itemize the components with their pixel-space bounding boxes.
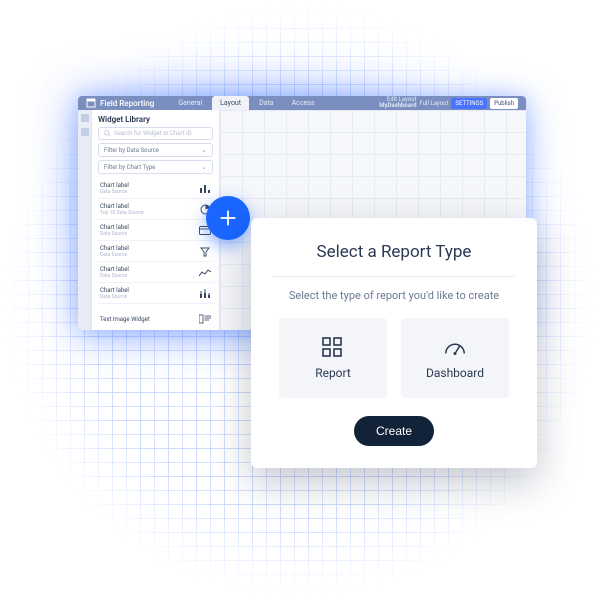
create-button[interactable]: Create	[354, 416, 434, 446]
tab-data[interactable]: Data	[251, 96, 282, 110]
app-title: Field Reporting	[86, 98, 154, 108]
widget-library-panel: Widget Library Search for Widget or Char…	[92, 110, 220, 330]
filter-data-source[interactable]: Filter by Data Source ⌄	[98, 143, 213, 157]
funnel-chart-icon	[199, 247, 211, 257]
settings-button[interactable]: SETTINGS	[451, 98, 487, 109]
widget-list-item[interactable]: Chart labelData Source	[98, 179, 213, 199]
left-rail	[78, 110, 92, 330]
header-tabs: General Layout Data Access	[170, 96, 322, 110]
chevron-down-icon: ⌄	[201, 163, 207, 171]
grid-icon	[321, 336, 345, 358]
widget-list-item[interactable]: Chart labelData Source	[98, 284, 213, 304]
option-dashboard[interactable]: Dashboard	[401, 318, 509, 398]
select-report-type-modal: Select a Report Type Select the type of …	[251, 218, 537, 468]
app-header: Field Reporting General Layout Data Acce…	[78, 96, 526, 110]
publish-button[interactable]: Publish	[490, 98, 518, 109]
modal-subtitle: Select the type of report you'd like to …	[289, 289, 499, 302]
tab-general[interactable]: General	[170, 96, 210, 110]
tab-access[interactable]: Access	[284, 96, 323, 110]
search-icon	[104, 130, 111, 137]
full-layout-link[interactable]: Full Layout	[420, 100, 449, 107]
bar-chart-icon	[199, 184, 211, 194]
widget-list-item[interactable]: Chart labelData Source	[98, 242, 213, 262]
option-label: Report	[315, 366, 351, 380]
widget-search[interactable]: Search for Widget or Chart ID	[98, 127, 213, 140]
chevron-down-icon: ⌄	[201, 146, 207, 154]
add-fab[interactable]	[206, 196, 250, 240]
rail-item[interactable]	[81, 114, 89, 122]
plus-icon	[217, 207, 239, 229]
option-label: Dashboard	[426, 366, 484, 380]
widget-library-title: Widget Library	[98, 115, 213, 124]
rail-item[interactable]	[81, 128, 89, 136]
widget-list-item[interactable]: Chart labelTop 10 Data Source	[98, 200, 213, 220]
option-report[interactable]: Report	[279, 318, 387, 398]
text-widget-icon	[199, 314, 211, 324]
widget-list: Chart labelData SourceChart labelTop 10 …	[98, 179, 213, 304]
header-right: Edit Layout MyDashboard Full Layout SETT…	[379, 97, 518, 109]
workspace-name: MyDashboard	[379, 103, 416, 109]
tab-layout[interactable]: Layout	[212, 96, 249, 110]
gauge-icon	[443, 336, 467, 358]
line-chart-icon	[199, 268, 211, 278]
widget-list-item[interactable]: Chart labelData Source	[98, 221, 213, 241]
filter-chart-type[interactable]: Filter by Chart Type ⌄	[98, 160, 213, 174]
app-icon	[86, 98, 96, 108]
divider	[273, 276, 515, 277]
stack-chart-icon	[199, 289, 211, 299]
text-image-widget[interactable]: Text Image Widget	[98, 311, 213, 327]
widget-list-item[interactable]: Chart labelData Source	[98, 263, 213, 283]
modal-title: Select a Report Type	[317, 242, 472, 262]
